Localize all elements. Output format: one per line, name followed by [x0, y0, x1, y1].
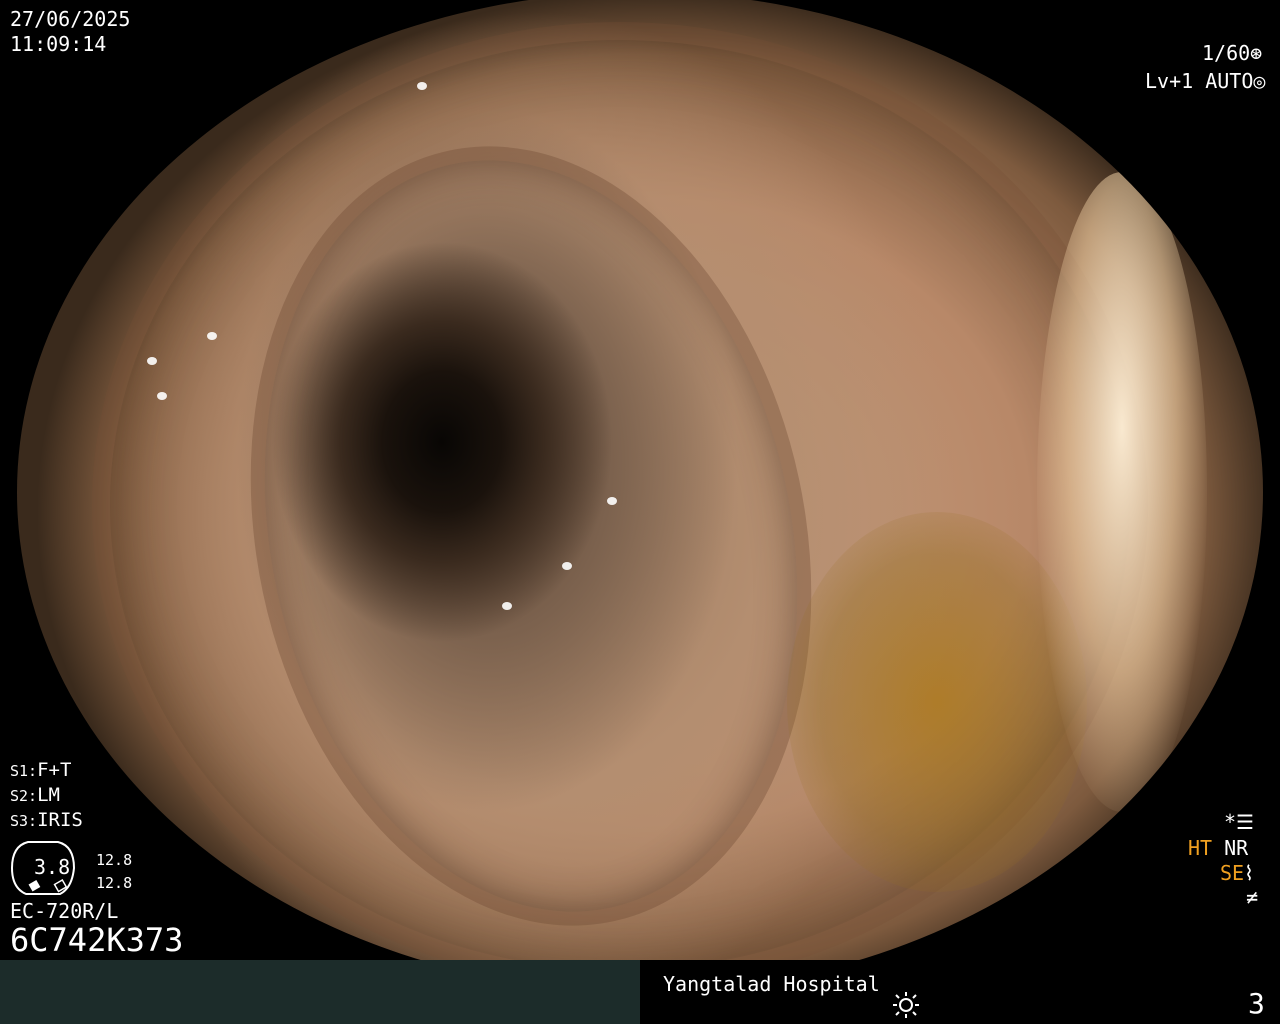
gauge-top-reading: 12.8	[96, 851, 133, 869]
ht-nr-indicator: HT NR	[1188, 836, 1249, 860]
date-text: 27/06/2025	[10, 7, 131, 31]
specular-highlight	[207, 332, 217, 340]
gauge-bottom-reading: 12.8	[96, 874, 133, 892]
specular-highlight	[157, 392, 167, 400]
bile-stain	[787, 512, 1087, 892]
shutter-speed: 1/60⊛	[1202, 41, 1263, 65]
specular-highlight	[502, 602, 512, 610]
scope-model: EC-720R/L	[10, 899, 119, 923]
hospital-name: Yangtalad Hospital	[663, 972, 880, 996]
not-equal-icon: ≠	[1246, 885, 1259, 909]
structure-enhance-icon: ⌇	[1244, 861, 1254, 885]
specular-highlight	[147, 357, 157, 365]
se-indicator: SE⌇	[1220, 861, 1254, 885]
footer-left-bar	[0, 960, 640, 1024]
specular-highlight	[607, 497, 617, 505]
specular-highlight	[417, 82, 427, 90]
menu-list-icon: ☰	[1236, 810, 1254, 834]
aperture-icon: ⊛	[1250, 41, 1263, 65]
endoscopy-image	[17, 0, 1263, 992]
specular-highlight	[987, 7, 997, 15]
sun-icon	[893, 992, 919, 1018]
exposure-status: Lv+1 AUTO◎	[1145, 69, 1266, 93]
haustral-fold-inner	[181, 93, 881, 979]
setting-s2: S2:LM	[10, 784, 60, 806]
setting-s1: S1:F+T	[10, 759, 72, 781]
time-text: 11:09:14	[10, 32, 107, 56]
image-number: 3	[1248, 987, 1265, 1020]
auto-exposure-icon: ◎	[1253, 69, 1266, 93]
menu-indicator: *☰	[1224, 810, 1254, 834]
specular-highlight	[562, 562, 572, 570]
setting-s3: S3:IRIS	[10, 809, 83, 831]
gauge-value: 3.8	[34, 855, 71, 879]
scope-serial: 6C742K373	[10, 921, 184, 959]
